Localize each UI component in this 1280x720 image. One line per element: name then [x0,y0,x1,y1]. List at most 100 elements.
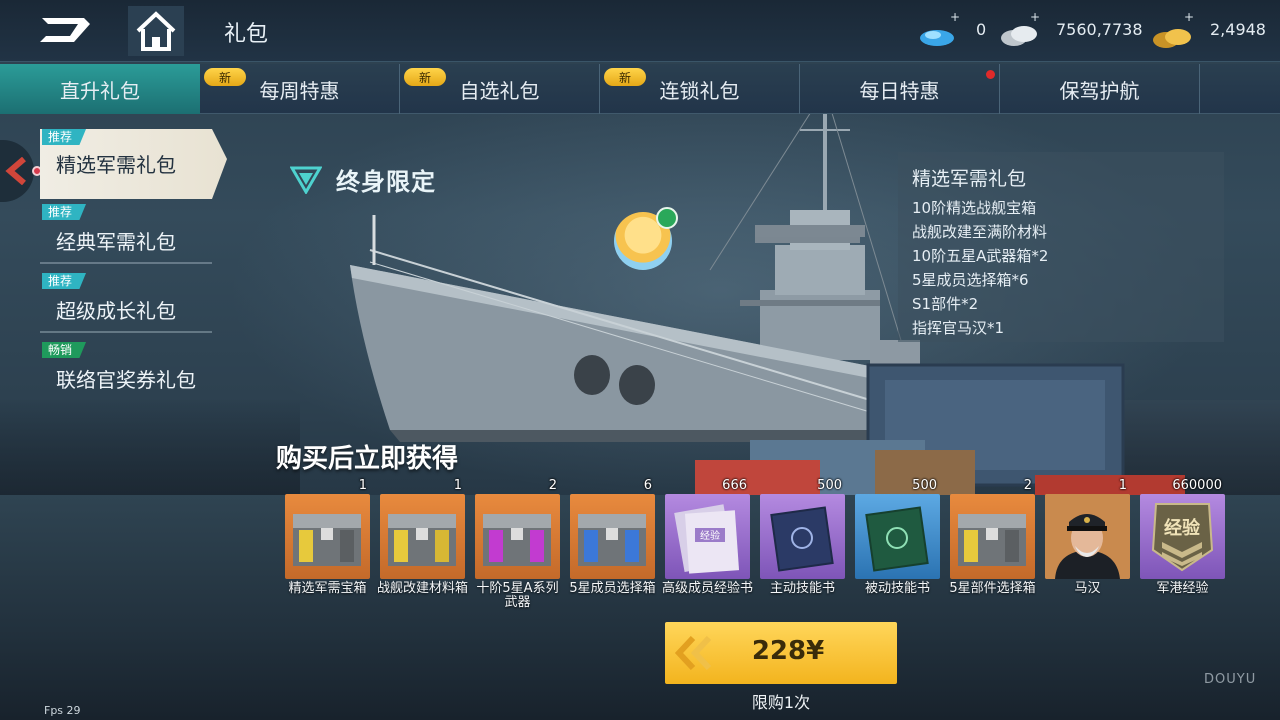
gem-icon[interactable] [918,24,956,48]
recommend-tag: 推荐 [42,129,87,145]
add-gem-button[interactable]: + [950,10,960,24]
item-name: 马汉 [1074,581,1101,596]
item-count: 6 [643,478,652,493]
chest-icon [293,514,361,566]
captain-portrait [1045,494,1130,579]
menu-item-label: 精选军需礼包 [56,153,176,177]
menu-divider [40,331,212,333]
menu-item-label: 联络官奖券礼包 [56,368,196,392]
book-label: 经验 [700,529,720,542]
tab-label: 自选礼包 [459,78,540,103]
tab-label: 每周特惠 [259,78,340,103]
tab-chain-pack[interactable]: 新 连锁礼包 [600,64,800,114]
gem-count: 0 [976,20,987,39]
page-title: 礼包 [224,22,269,47]
exp-badge-icon: 经验 [1151,503,1214,572]
skill-book-icon [770,506,834,572]
watermark: DOUYU [1204,672,1257,687]
top-bar: 礼包 + 0 + 7560,7738 + 2,4948 [0,0,1280,62]
menu-item-liaison-ticket[interactable]: 畅销 联络官奖券礼包 [40,342,212,402]
item-count: 500 [912,478,937,493]
menu-item-classic-supply[interactable]: 推荐 经典军需礼包 [40,204,212,264]
item-name: 5星部件选择箱 [949,581,1036,596]
book-icon: 经验 [674,504,740,574]
chest-icon [958,514,1026,566]
item-name: 被动技能书 [864,581,930,596]
pack-contents-line: 战舰改建至满阶材料 [912,223,1048,241]
category-tabs: 直升礼包 新 每周特惠 新 自选礼包 新 连锁礼包 每日特惠 保驾护航 [0,64,1280,114]
supply-crates-illustration [695,363,1185,495]
down-triangle-icon [290,166,322,194]
item-card [570,494,655,579]
gold-coin-icon[interactable] [1150,24,1194,52]
item-card: 经验 [1140,494,1225,579]
item-count: 1 [358,478,367,493]
gold-count: 2,4948 [1210,20,1266,39]
item-card [380,494,465,579]
menu-item-label: 超级成长礼包 [56,299,176,323]
item-name: 主动技能书 [769,581,835,596]
pack-contents-list: 10阶精选战舰宝箱 战舰改建至满阶材料 10阶五星A武器箱*2 5星成员选择箱*… [912,196,1048,340]
item-name: 高级成员经验书 [661,581,753,596]
home-button[interactable] [128,6,184,56]
get-after-purchase-heading: 购买后立即获得 [276,444,459,474]
fps-counter: Fps 29 [44,704,81,717]
tab-label: 连锁礼包 [659,78,740,103]
purchase-button[interactable]: 228¥ [665,622,897,684]
lifetime-limited-heading: 终身限定 [290,162,436,197]
back-icon[interactable] [38,14,94,46]
menu-item-selected-supply[interactable]: 推荐 精选军需礼包 [40,129,227,199]
harbor-buildings-left [0,400,300,500]
tab-escort[interactable]: 保驾护航 [1000,64,1200,114]
silver-count: 7560,7738 [1056,20,1143,39]
pack-description-title: 精选军需礼包 [912,168,1027,190]
item-card [475,494,560,579]
item-name: 5星成员选择箱 [569,581,656,596]
tab-label: 每日特惠 [859,78,940,103]
item-card [1045,494,1130,579]
pack-contents-line: 指挥官马汉*1 [912,319,1005,337]
tab-daily-deals[interactable]: 每日特惠 [800,64,1000,114]
purchase-limit-label: 限购1次 [751,693,811,712]
item-name: 军港经验 [1156,581,1209,596]
tab-direct-upgrade[interactable]: 直升礼包 [0,64,200,114]
pack-contents-line: 10阶五星A武器箱*2 [912,247,1049,265]
menu-divider [40,262,212,264]
menu-item-super-growth[interactable]: 推荐 超级成长礼包 [40,273,212,333]
silver-coin-icon[interactable] [998,22,1040,50]
item-name: 精选军需宝箱 [288,581,367,596]
item-name: 战舰改建材料箱 [376,581,468,596]
pack-description-panel: 精选军需礼包 10阶精选战舰宝箱 战舰改建至满阶材料 10阶五星A武器箱*2 5… [898,152,1224,342]
item-count: 2 [1023,478,1032,493]
notification-dot [986,70,995,79]
badge-label: 经验 [1164,517,1201,539]
chest-icon [578,514,646,566]
wifi-icon [656,207,678,229]
new-badge: 新 [604,68,646,86]
pack-contents-line: 10阶精选战舰宝箱 [912,199,1037,217]
pack-contents-line: 5星成员选择箱*6 [912,271,1029,289]
item-card [950,494,1035,579]
home-icon [136,11,176,51]
tab-custom-pack[interactable]: 新 自选礼包 [400,64,600,114]
item-count: 500 [817,478,842,493]
bestseller-tag: 畅销 [42,342,87,358]
item-count: 2 [548,478,557,493]
chevron-left-icon [5,157,26,185]
pack-contents-line: S1部件*2 [912,295,979,313]
tab-weekly-deals[interactable]: 新 每周特惠 [200,64,400,114]
price-label: 228¥ [751,636,825,666]
item-card: 经验 [665,494,750,579]
item-card [285,494,370,579]
recommend-tag: 推荐 [42,204,87,220]
item-card [855,494,940,579]
add-silver-button[interactable]: + [1030,10,1040,24]
lifetime-limited-label: 终身限定 [336,168,436,196]
skill-book-icon [865,506,929,572]
add-gold-button[interactable]: + [1184,10,1194,24]
tab-label: 直升礼包 [60,78,140,103]
chest-icon [483,514,551,566]
item-count: 1 [453,478,462,493]
tab-label: 保驾护航 [1059,78,1140,103]
new-badge: 新 [204,68,246,86]
